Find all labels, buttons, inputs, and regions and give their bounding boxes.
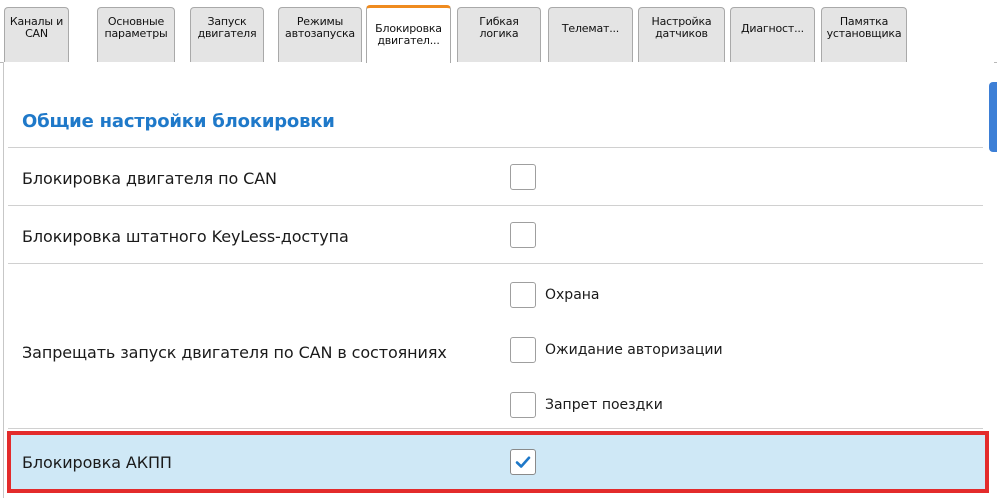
option-drive-ban-checkbox[interactable] xyxy=(510,392,536,418)
divider xyxy=(8,205,983,206)
tab-label: Каналы и CAN xyxy=(9,15,64,40)
tab-label: Основные параметры xyxy=(104,15,168,40)
keyless-block-checkbox[interactable] xyxy=(510,222,536,248)
can-engine-block-checkbox[interactable] xyxy=(510,164,536,190)
tab-strip: Каналы и CAN Основные параметры Запуск д… xyxy=(0,0,997,63)
tab-label: Запуск двигателя xyxy=(197,15,257,40)
tab-channels-can[interactable]: Каналы и CAN xyxy=(4,7,69,62)
divider xyxy=(8,263,983,264)
tab-diagnostics[interactable]: Диагност... xyxy=(730,7,815,62)
akpp-block-label: Блокировка АКПП xyxy=(22,453,172,472)
divider xyxy=(8,428,983,429)
tab-engine-lock[interactable]: Блокировка двигател... xyxy=(366,5,451,63)
tab-label: Гибкая логика xyxy=(479,15,519,40)
tab-label: Диагност... xyxy=(741,22,804,35)
tab-autostart-modes[interactable]: Режимы автозапуска xyxy=(278,7,362,62)
checkmark-icon xyxy=(515,456,531,468)
option-await-auth-checkbox[interactable] xyxy=(510,337,536,363)
tab-installer-memo[interactable]: Памятка установщика xyxy=(821,7,907,62)
tab-label: Памятка установщика xyxy=(826,15,902,40)
section-title: Общие настройки блокировки xyxy=(22,111,335,132)
tab-label: Настройка датчиков xyxy=(651,15,712,40)
option-await-auth-label: Ожидание авторизации xyxy=(545,342,723,358)
divider xyxy=(8,147,983,148)
tab-sensor-settings[interactable]: Настройка датчиков xyxy=(638,7,725,62)
option-guard-checkbox[interactable] xyxy=(510,282,536,308)
tab-label: Блокировка двигател... xyxy=(375,22,442,47)
tab-telematics[interactable]: Телемат... xyxy=(548,7,633,62)
tab-basic-parameters[interactable]: Основные параметры xyxy=(97,7,175,62)
tab-label: Режимы автозапуска xyxy=(285,15,355,40)
tab-flexible-logic[interactable]: Гибкая логика xyxy=(457,7,541,62)
tab-engine-start[interactable]: Запуск двигателя xyxy=(190,7,264,62)
keyless-block-label: Блокировка штатного KeyLess-доступа xyxy=(22,227,349,246)
can-engine-block-label: Блокировка двигателя по CAN xyxy=(22,169,277,188)
option-drive-ban-label: Запрет поездки xyxy=(545,397,663,413)
akpp-block-checkbox[interactable] xyxy=(510,449,536,475)
deny-start-label: Запрещать запуск двигателя по CAN в сост… xyxy=(22,343,447,362)
vertical-scrollbar[interactable] xyxy=(989,82,997,152)
option-guard-label: Охрана xyxy=(545,287,600,303)
tab-label: Телемат... xyxy=(561,22,620,35)
settings-window: Каналы и CAN Основные параметры Запуск д… xyxy=(0,0,997,498)
